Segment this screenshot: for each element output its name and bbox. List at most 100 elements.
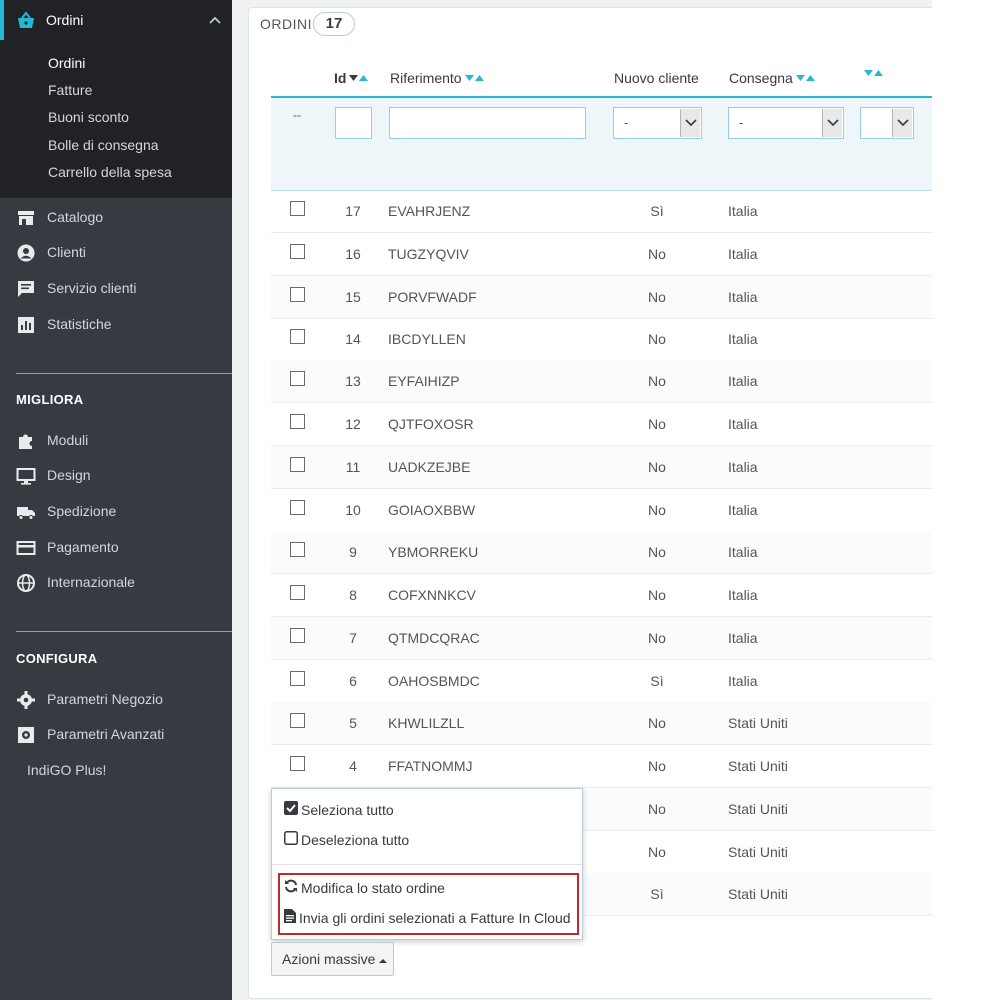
sidebar-item-clienti[interactable]: Clienti xyxy=(0,237,232,267)
cell-delivery: Italia xyxy=(728,331,758,347)
row-checkbox[interactable] xyxy=(290,671,305,686)
cell-reference: UADKZEJBE xyxy=(388,459,471,475)
table-row[interactable]: 8 COFXNNKCV No Italia xyxy=(271,574,932,617)
chevron-down-icon[interactable] xyxy=(680,109,700,137)
table-row[interactable]: 17 EVAHRJENZ Sì Italia xyxy=(271,190,932,233)
bulk-actions-label: Azioni massive xyxy=(282,951,376,967)
sidebar-item-statistiche[interactable]: Statistiche xyxy=(0,309,232,339)
cell-reference: GOIAOXBBW xyxy=(388,502,476,518)
filter-reference-input[interactable] xyxy=(389,107,586,139)
card-icon xyxy=(16,538,36,558)
basket-icon xyxy=(16,11,36,31)
sidebar-item-design[interactable]: Design xyxy=(0,460,232,490)
sidebar-subitem-bolle[interactable]: Bolle di consegna xyxy=(48,137,159,153)
cell-id: 11 xyxy=(345,459,361,475)
bulk-actions-button[interactable]: Azioni massive xyxy=(271,942,394,976)
column-header-id[interactable]: Id xyxy=(334,70,369,86)
sidebar-active-section: Ordini Ordini Fatture Buoni sconto Bolle… xyxy=(0,0,232,198)
cell-new-customer: No xyxy=(648,587,666,603)
row-checkbox[interactable] xyxy=(290,628,305,643)
cell-new-customer: No xyxy=(648,331,666,347)
sidebar-item-internazionale[interactable]: Internazionale xyxy=(0,567,232,597)
menu-item-select-all[interactable]: Seleziona tutto xyxy=(284,801,394,818)
cell-id: 4 xyxy=(349,758,357,774)
table-row[interactable]: 9 YBMORREKU No Italia xyxy=(271,531,932,574)
table-row[interactable]: 11 UADKZEJBE No Italia xyxy=(271,446,932,489)
table-row[interactable]: 16 TUGZYQVIV No Italia xyxy=(271,233,932,276)
cell-reference: FFATNOMMJ xyxy=(388,758,473,774)
filter-truncated-select[interactable] xyxy=(860,107,914,139)
filter-id-input[interactable] xyxy=(335,107,372,139)
sidebar-subitem-carrello[interactable]: Carrello della spesa xyxy=(48,164,172,180)
cell-id: 9 xyxy=(349,544,357,560)
chevron-down-icon[interactable] xyxy=(822,109,842,137)
cell-new-customer: No xyxy=(648,544,666,560)
sidebar-item-parametri-avanzati[interactable]: Parametri Avanzati xyxy=(0,719,232,749)
table-row[interactable]: 12 QJTFOXOSR No Italia xyxy=(271,403,932,446)
sidebar-item-servizio-clienti[interactable]: Servizio clienti xyxy=(0,273,232,303)
chevron-down-icon[interactable] xyxy=(892,109,912,137)
sidebar-item-label: Clienti xyxy=(47,244,86,260)
sidebar-subitem-fatture[interactable]: Fatture xyxy=(48,82,92,98)
sidebar-subitem-buoni-sconto[interactable]: Buoni sconto xyxy=(48,109,129,125)
menu-divider xyxy=(272,864,582,865)
row-checkbox[interactable] xyxy=(290,542,305,557)
cell-id: 17 xyxy=(345,203,361,219)
table-row[interactable]: 10 GOIAOXBBW No Italia xyxy=(271,489,932,532)
row-checkbox[interactable] xyxy=(290,287,305,302)
row-checkbox[interactable] xyxy=(290,756,305,771)
sort-icon[interactable] xyxy=(464,74,484,82)
sidebar-section-title-configura: CONFIGURA xyxy=(16,651,98,666)
menu-item-label: Deseleziona tutto xyxy=(301,831,410,848)
row-checkbox[interactable] xyxy=(290,414,305,429)
row-checkbox[interactable] xyxy=(290,329,305,344)
cell-delivery: Italia xyxy=(728,203,758,219)
sidebar-item-parametri-negozio[interactable]: Parametri Negozio xyxy=(0,684,232,714)
menu-item-deselect-all[interactable]: Deseleziona tutto xyxy=(284,831,409,848)
sidebar-item-label: Design xyxy=(47,467,91,483)
chart-icon xyxy=(16,315,36,335)
menu-item-send-to-fatture-in-cloud[interactable]: Invia gli ordini selezionati a Fatture I… xyxy=(284,909,571,926)
sort-icon[interactable] xyxy=(795,74,815,82)
sidebar-item-label: Pagamento xyxy=(47,539,119,555)
column-header-truncated[interactable] xyxy=(864,70,883,77)
sidebar-item-label: Statistiche xyxy=(47,316,112,332)
row-checkbox[interactable] xyxy=(290,585,305,600)
column-header-reference[interactable]: Riferimento xyxy=(390,70,484,86)
gear-icon xyxy=(16,690,36,710)
table-row[interactable]: 7 QTMDCQRAC No Italia xyxy=(271,617,932,660)
row-checkbox[interactable] xyxy=(290,500,305,515)
filter-new-customer-select[interactable]: - xyxy=(613,107,702,139)
table-row[interactable]: 15 PORVFWADF No Italia xyxy=(271,276,932,319)
sidebar-item-moduli[interactable]: Moduli xyxy=(0,425,232,455)
column-header-delivery[interactable]: Consegna xyxy=(729,70,815,86)
cell-reference: COFXNNKCV xyxy=(388,587,476,603)
row-checkbox[interactable] xyxy=(290,371,305,386)
sidebar-item-pagamento[interactable]: Pagamento xyxy=(0,532,232,562)
sort-icon[interactable] xyxy=(864,70,883,77)
sidebar-subitem-ordini[interactable]: Ordini xyxy=(48,55,85,71)
sidebar: Ordini Ordini Fatture Buoni sconto Bolle… xyxy=(0,0,232,1000)
sidebar-item-catalogo[interactable]: Catalogo xyxy=(0,202,232,232)
row-checkbox[interactable] xyxy=(290,244,305,259)
filter-delivery-select[interactable]: - xyxy=(728,107,844,139)
checkbox-empty-icon xyxy=(284,831,298,848)
sidebar-item-indigo-plus[interactable]: IndiGO Plus! xyxy=(27,762,106,778)
menu-item-change-order-status[interactable]: Modifica lo stato ordine xyxy=(284,879,445,896)
table-row[interactable]: 4 FFATNOMMJ No Stati Uniti xyxy=(271,745,932,788)
cell-delivery: Italia xyxy=(728,502,758,518)
row-checkbox[interactable] xyxy=(290,457,305,472)
table-row[interactable]: 13 EYFAIHIZP No Italia xyxy=(271,360,932,403)
sidebar-item-ordini[interactable]: Ordini xyxy=(0,0,232,40)
row-checkbox[interactable] xyxy=(290,201,305,216)
cell-id: 13 xyxy=(345,373,361,389)
table-row[interactable]: 6 OAHOSBMDC Sì Italia xyxy=(271,660,932,703)
chevron-up-icon[interactable] xyxy=(208,13,222,27)
sidebar-item-spedizione[interactable]: Spedizione xyxy=(0,496,232,526)
cell-new-customer: Sì xyxy=(650,886,664,902)
cell-new-customer: No xyxy=(648,373,666,389)
table-row[interactable]: 14 IBCDYLLEN No Italia xyxy=(271,318,932,361)
sort-icon[interactable] xyxy=(349,74,369,82)
table-row[interactable]: 5 KHWLILZLL No Stati Uniti xyxy=(271,702,932,745)
row-checkbox[interactable] xyxy=(290,713,305,728)
